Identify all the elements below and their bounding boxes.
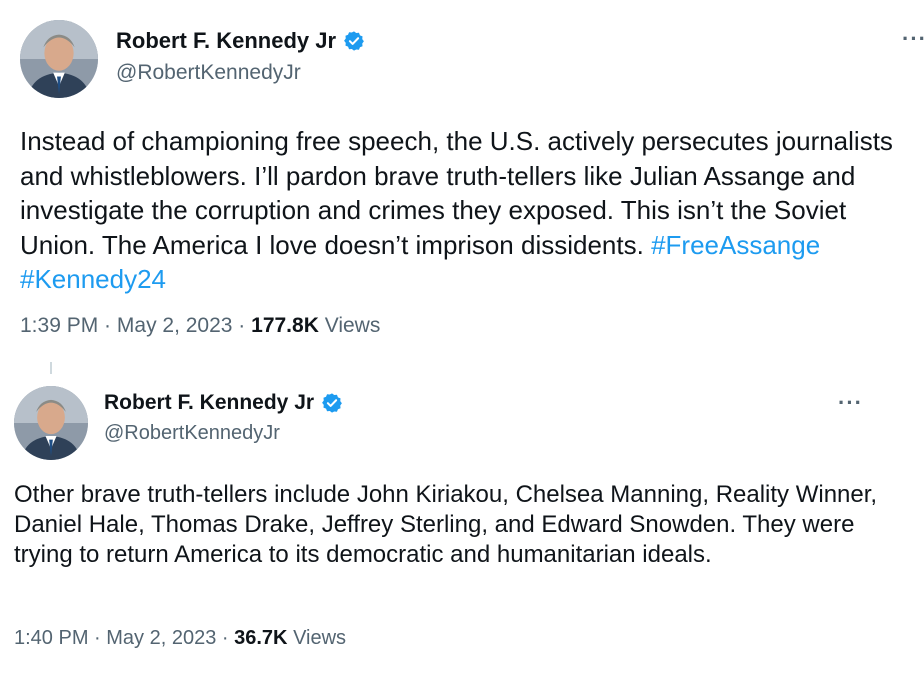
hashtag-link[interactable]: #FreeAssange [651,230,820,260]
avatar-image [20,20,98,98]
meta-separator: · [232,314,252,337]
verified-badge-icon [322,393,342,413]
thread-connector-line [50,362,52,374]
avatar-image [14,386,88,460]
author-row: Robert F. Kennedy Jr [104,391,343,415]
views-count: 36.7K [234,627,288,649]
hashtag-link[interactable]: #Kennedy24 [20,264,166,294]
avatar[interactable] [14,386,88,460]
author-row: Robert F. Kennedy Jr [116,28,365,54]
more-options-icon[interactable]: ··· [838,392,863,414]
meta-separator: · [98,314,117,337]
views-label: Views [324,314,381,337]
tweet-date[interactable]: May 2, 2023 [117,314,233,337]
tweet-text: Other brave truth-tellers include John K… [14,481,878,568]
tweet-text: Instead of championing free speech, the … [20,124,920,297]
views-label: Views [293,627,347,649]
tweet-time[interactable]: 1:40 PM [14,627,88,649]
meta-separator: · [216,627,235,649]
more-options-icon[interactable]: ··· [902,28,924,50]
views-count: 177.8K [251,314,319,337]
meta-separator: · [88,627,107,649]
author-name[interactable]: Robert F. Kennedy Jr [116,28,336,54]
tweet-time[interactable]: 1:39 PM [20,314,98,337]
tweet-meta: 1:39 PM · May 2, 2023 · 177.8K Views [20,314,380,338]
avatar[interactable] [20,20,98,98]
tweet-date[interactable]: May 2, 2023 [106,627,216,649]
author-handle[interactable]: @RobertKennedyJr [116,61,301,85]
author-name[interactable]: Robert F. Kennedy Jr [104,391,314,415]
tweet-1[interactable]: Robert F. Kennedy Jr @RobertKennedyJr ··… [0,0,924,360]
verified-badge-icon [344,31,364,51]
author-handle[interactable]: @RobertKennedyJr [104,422,280,445]
tweet-meta: 1:40 PM · May 2, 2023 · 36.7K Views [14,627,346,650]
